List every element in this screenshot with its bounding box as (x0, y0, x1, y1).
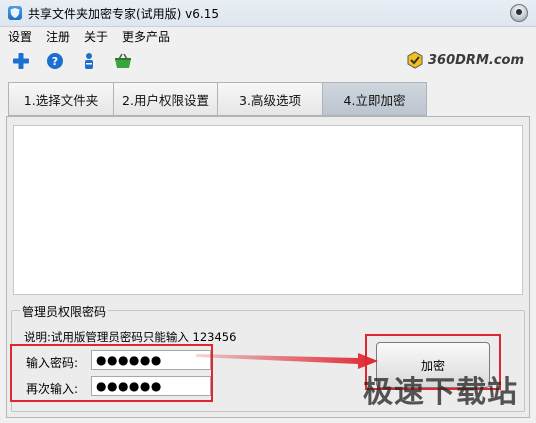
tab-select-folder[interactable]: 1.选择文件夹 (8, 82, 113, 116)
svg-text:?: ? (52, 55, 58, 68)
help-icon: ? (47, 53, 63, 69)
menu-more-products[interactable]: 更多产品 (122, 28, 170, 46)
help-button[interactable]: ? (44, 50, 66, 72)
menu-bar: 设置 注册 关于 更多产品 (8, 28, 170, 46)
menu-register[interactable]: 注册 (46, 28, 70, 46)
add-button[interactable] (10, 50, 32, 72)
plus-icon (13, 53, 29, 69)
close-button[interactable] (510, 4, 528, 22)
window-title: 共享文件夹加密专家(试用版) v6.15 (28, 7, 219, 21)
menu-about[interactable]: 关于 (84, 28, 108, 46)
tab-strip: 1.选择文件夹 2.用户权限设置 3.高级选项 4.立即加密 (8, 82, 427, 116)
brand-text: 360DRM.com (428, 52, 524, 68)
tab-user-permissions[interactable]: 2.用户权限设置 (113, 82, 217, 116)
user-info-icon (85, 53, 93, 69)
basket-icon (115, 53, 131, 68)
brand-logo-icon (407, 51, 423, 69)
group-title: 管理员权限密码 (20, 303, 109, 320)
tab-encrypt-now[interactable]: 4.立即加密 (322, 82, 427, 116)
info-button[interactable] (78, 50, 100, 72)
password-highlight-box (10, 344, 213, 402)
toolbar: ? (10, 50, 134, 72)
watermark-text: 极速下载站 (363, 375, 518, 410)
tab-advanced-options[interactable]: 3.高级选项 (217, 82, 322, 116)
brand: 360DRM.com (406, 49, 524, 71)
trial-note: 说明:试用版管理员密码只能输入 123456 (24, 330, 237, 344)
title-bar: 共享文件夹加密专家(试用版) v6.15 (0, 0, 536, 27)
buy-button[interactable] (112, 50, 134, 72)
menu-settings[interactable]: 设置 (8, 28, 32, 46)
app-shield-icon (8, 6, 22, 20)
log-area (13, 125, 523, 295)
